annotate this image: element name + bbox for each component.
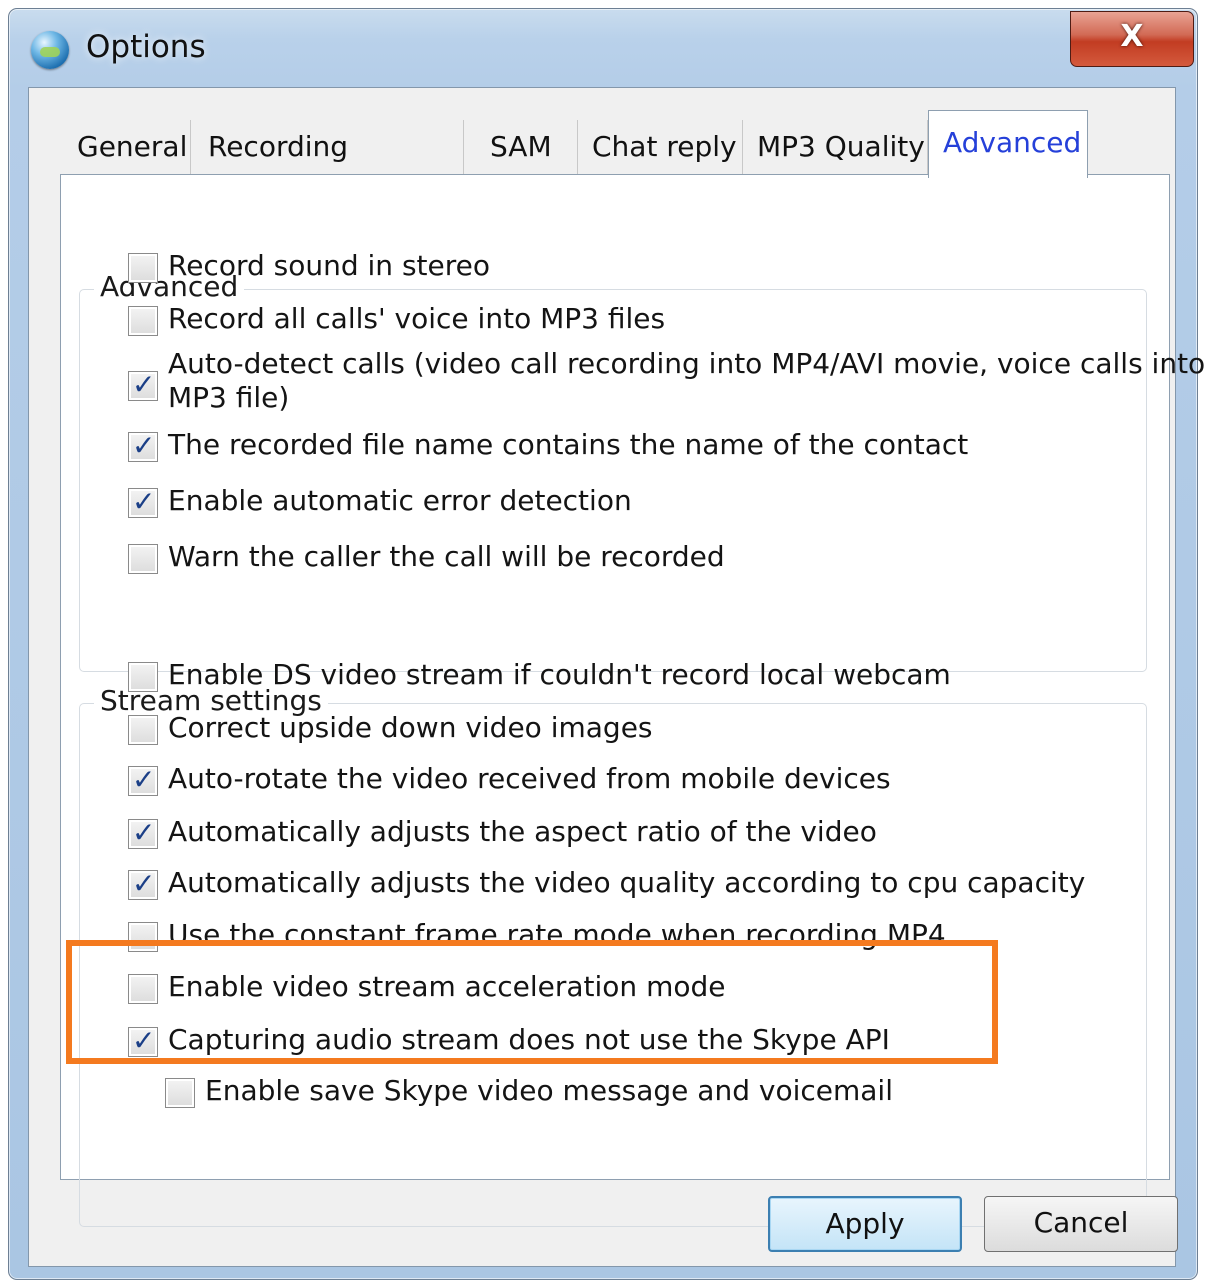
checkbox[interactable] [128,763,158,796]
app-globe-icon [31,31,69,69]
checkbox[interactable] [128,253,158,283]
tab-general[interactable]: General [63,120,191,176]
checkbox[interactable] [128,816,158,849]
checkbox[interactable] [128,715,158,745]
cancel-button[interactable]: Cancel [984,1196,1178,1252]
window-title: Options [86,29,206,65]
checkbox[interactable] [128,306,158,336]
option-label: Automatically adjusts the aspect ratio o… [168,815,877,848]
option-label: Warn the caller the call will be recorde… [168,540,725,573]
option-label: Enable DS video stream if couldn't recor… [168,658,951,691]
close-button[interactable]: X [1070,11,1194,67]
checkbox[interactable] [128,544,158,574]
option-label: Automatically adjusts the video quality … [168,866,1086,899]
option-label: Auto-detect calls (video call recording … [168,347,1205,380]
checkbox[interactable] [128,867,158,900]
option-label: Enable automatic error detection [168,484,632,517]
options-window: Options X General Recording settings SAM… [8,8,1205,1280]
checkbox[interactable] [128,662,158,692]
option-label: Auto-rotate the video received from mobi… [168,762,891,795]
dialog-client-area: General Recording settings SAM Chat repl… [28,87,1205,1267]
option-label: Record sound in stereo [168,249,490,282]
tab-recording-settings[interactable]: Recording settings [194,120,464,217]
tab-mp3-quality[interactable]: MP3 Quality [743,120,928,176]
checkbox[interactable] [128,485,158,518]
checkbox[interactable] [128,429,158,462]
option-label-line2: MP3 file) [168,381,290,414]
option-label: Correct upside down video images [168,711,653,744]
tab-chat-reply[interactable]: Chat reply [578,120,743,176]
tab-sam[interactable]: SAM [468,120,578,176]
option-label: Enable save Skype video message and voic… [205,1074,893,1107]
checkbox[interactable] [165,1078,195,1108]
checkbox[interactable] [128,368,158,401]
option-label: The recorded file name contains the name… [168,428,969,461]
title-bar[interactable]: Options X [9,9,1197,85]
orange-highlight-box [66,940,998,1064]
option-label: Record all calls' voice into MP3 files [168,302,666,335]
apply-button[interactable]: Apply [768,1196,962,1252]
tab-advanced[interactable]: Advanced [928,110,1088,178]
